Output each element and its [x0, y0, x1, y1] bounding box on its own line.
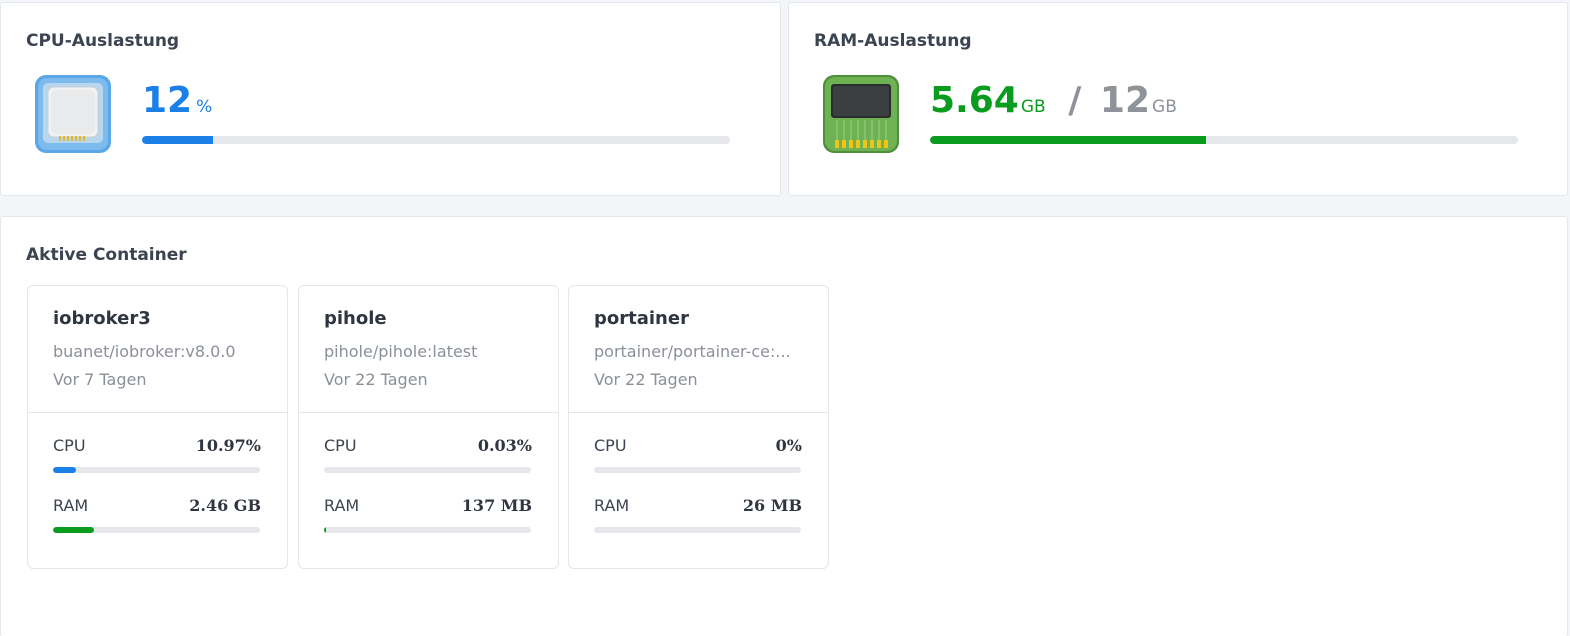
ram-metric-label: RAM: [53, 496, 89, 515]
cpu-metric-label: CPU: [324, 436, 357, 455]
card-divider: [28, 412, 287, 413]
ram-usage-bar-fill: [930, 136, 1207, 144]
container-cpu-bar: [53, 467, 260, 473]
cpu-metric-value: 0.03%: [477, 436, 532, 455]
ram-metric-value: 137 MB: [461, 496, 532, 515]
container-ram-bar: [594, 527, 801, 533]
cpu-usage-bar: [142, 136, 730, 144]
container-cpu-bar: [594, 467, 801, 473]
container-card[interactable]: iobroker3 buanet/iobroker:v8.0.0 Vor 7 T…: [27, 285, 288, 569]
ram-metric-label: RAM: [594, 496, 630, 515]
card-divider: [569, 412, 828, 413]
ram-metric-label: RAM: [324, 496, 360, 515]
container-image: portainer/portainer-ce:...: [594, 342, 791, 361]
ram-metric-value: 2.46 GB: [189, 496, 261, 515]
active-containers-panel: Aktive Container iobroker3 buanet/iobrok…: [0, 216, 1568, 636]
ram-used-value: 5.64: [930, 80, 1019, 121]
container-card[interactable]: pihole pihole/pihole:latest Vor 22 Tagen…: [298, 285, 559, 569]
container-cpu-bar: [324, 467, 531, 473]
active-containers-title: Aktive Container: [26, 245, 187, 265]
cpu-usage-value: 12%: [142, 80, 213, 121]
container-ram-bar: [53, 527, 260, 533]
ram-usage-panel: RAM-Auslastung 5.64 GB / 12 GB: [788, 2, 1568, 196]
ram-usage-title: RAM-Auslastung: [814, 31, 972, 51]
container-name: pihole: [324, 308, 387, 329]
container-age: Vor 22 Tagen: [324, 370, 428, 389]
card-divider: [299, 412, 558, 413]
ram-usage-bar: [930, 136, 1518, 144]
cpu-chip-icon: [35, 75, 111, 153]
cpu-usage-panel: CPU-Auslastung 12%: [0, 2, 781, 196]
ram-total-value: 12: [1099, 80, 1151, 121]
container-image: pihole/pihole:latest: [324, 342, 478, 361]
container-ram-bar: [324, 527, 531, 533]
container-cpu-bar-fill: [53, 467, 76, 473]
ram-separator: /: [1068, 80, 1082, 121]
container-age: Vor 22 Tagen: [594, 370, 698, 389]
ram-total-unit: GB: [1152, 97, 1177, 117]
container-ram-bar-fill: [53, 527, 95, 533]
cpu-metric-value: 0%: [775, 436, 802, 455]
container-image: buanet/iobroker:v8.0.0: [53, 342, 236, 361]
cpu-metric-value: 10.97%: [195, 436, 261, 455]
ram-used-unit: GB: [1020, 97, 1046, 117]
cpu-usage-title: CPU-Auslastung: [26, 31, 180, 51]
memory-module-icon: [823, 75, 899, 153]
container-name: iobroker3: [53, 308, 151, 329]
container-card[interactable]: portainer portainer/portainer-ce:... Vor…: [568, 285, 829, 569]
cpu-usage-unit: %: [196, 97, 213, 117]
container-name: portainer: [594, 308, 689, 329]
container-ram-bar-fill: [324, 527, 327, 533]
container-age: Vor 7 Tagen: [53, 370, 147, 389]
ram-metric-value: 26 MB: [742, 496, 802, 515]
ram-usage-value: 5.64 GB / 12 GB: [930, 79, 1177, 129]
cpu-metric-label: CPU: [594, 436, 627, 455]
cpu-metric-label: CPU: [53, 436, 86, 455]
cpu-usage-bar-fill: [142, 136, 213, 144]
